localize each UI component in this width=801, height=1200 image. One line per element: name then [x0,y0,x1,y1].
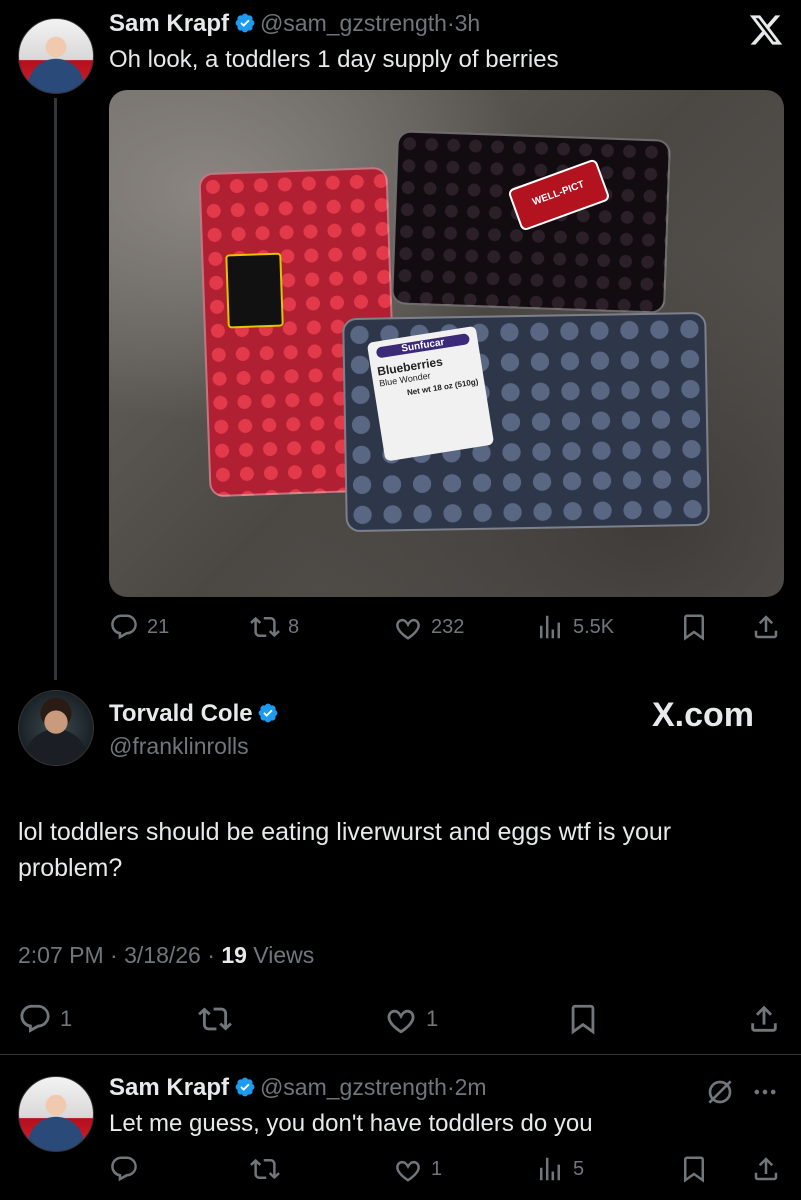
tweet-text: lol toddlers should be eating liverwurst… [18,818,672,882]
bookmark-icon [684,614,704,641]
tweet-text: Let me guess, you don't have toddlers do… [109,1110,593,1137]
views-count: 5.5K [573,615,615,638]
reply-icon [20,1004,50,1033]
reply-button[interactable]: 21 [109,612,169,642]
tweet-meta: 2:07 PM · 3/18/26 · 19 Views [18,942,314,969]
verified-badge-icon [258,703,278,723]
tweet2-header: Torvald Cole [109,700,279,728]
bookmark-icon [571,1004,595,1035]
verified-badge-icon [235,1077,254,1097]
thread-line [54,98,57,680]
bookmark-button[interactable] [679,1154,709,1184]
author-handle[interactable]: @sam_gzstrength [260,10,447,36]
repost-count: 8 [288,615,300,638]
avatar[interactable] [18,1076,94,1152]
share-button[interactable] [747,1002,781,1036]
repost-icon [198,1007,232,1031]
tweet1-header: Sam Krapf @sam_gzstrength·3h [109,10,480,38]
views-icon [540,615,560,639]
reply-icon [111,614,137,640]
like-button[interactable]: 1 [393,1154,442,1184]
bookmark-icon [684,1156,704,1183]
views-label: Views [253,942,315,968]
tweet3-header: Sam Krapf @sam_gzstrength·2m [109,1074,487,1102]
author-handle[interactable]: @franklinrolls [109,733,249,760]
tweet-time[interactable]: 2:07 PM [18,942,104,968]
tweet-text: Oh look, a toddlers 1 day supply of berr… [109,46,559,73]
avatar[interactable] [18,690,94,766]
repost-icon [250,616,280,638]
repost-button[interactable] [250,1154,280,1184]
blueberry-container: Sunfucar Blueberries Blue Wonder Net wt … [342,311,710,533]
repost-button[interactable] [198,1002,232,1036]
like-button[interactable]: 1 [384,1002,438,1036]
repost-icon [250,1158,280,1180]
tweet-date[interactable]: 3/18/26 [124,942,201,968]
share-icon [754,615,778,639]
timestamp[interactable]: 3h [455,10,481,36]
author-name[interactable]: Torvald Cole [109,700,253,727]
bookmark-button[interactable] [679,612,709,642]
author-name[interactable]: Sam Krapf [109,1074,229,1101]
heart-icon [396,1160,420,1182]
verified-badge-icon [235,13,254,33]
share-button[interactable] [751,612,781,642]
blueberry-label: Sunfucar Blueberries Blue Wonder Net wt … [366,325,495,462]
share-button[interactable] [751,1154,781,1184]
views-count: 5 [573,1157,585,1180]
views-count: 19 [221,942,247,968]
x-logo-icon[interactable] [748,12,784,48]
views-button[interactable]: 5.5K [535,612,614,642]
separator-dot: · [446,1074,455,1100]
repost-button[interactable]: 8 [250,612,299,642]
like-count: 1 [431,1157,443,1180]
separator-dot: · [446,10,455,36]
share-icon [751,1005,777,1032]
views-button[interactable]: 5 [535,1154,584,1184]
separator-dot: · [207,942,215,968]
wellpict-label: WELL-PICT [507,158,611,232]
tweet-photo[interactable]: WELL-PICT Sunfucar Blueberries Blue Wond… [109,90,784,597]
xcom-watermark: X.com [652,696,755,734]
like-count: 1 [426,1006,439,1031]
divider [0,1054,801,1055]
like-count: 232 [431,615,465,638]
author-handle[interactable]: @sam_gzstrength [260,1074,447,1100]
blackberry-container: WELL-PICT [391,130,671,314]
heart-icon [387,1009,415,1034]
heart-icon [396,618,420,640]
avatar[interactable] [18,18,94,94]
reply-button[interactable] [109,1154,139,1184]
reply-icon [111,1156,137,1182]
more-icon[interactable] [750,1078,782,1106]
reply-count: 21 [147,615,170,638]
separator-dot: · [110,942,118,968]
share-icon [754,1157,778,1181]
timestamp[interactable]: 2m [455,1074,487,1100]
reply-button[interactable]: 1 [18,1002,72,1036]
bookmark-button[interactable] [566,1002,600,1036]
reply-count: 1 [60,1006,73,1031]
author-name[interactable]: Sam Krapf [109,10,229,37]
like-button[interactable]: 232 [393,612,464,642]
raspberry-label [225,252,284,329]
grok-icon[interactable] [704,1076,736,1108]
views-icon [540,1157,560,1181]
